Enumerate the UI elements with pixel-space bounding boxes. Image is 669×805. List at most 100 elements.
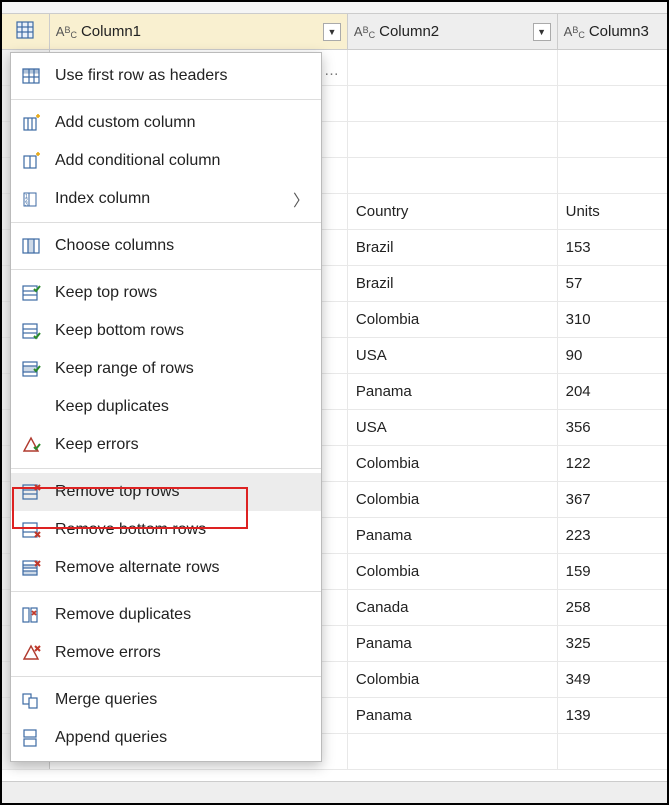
cell-col3[interactable]: Units [558,194,667,229]
menu-remove-alternate-rows[interactable]: Remove alternate rows [11,549,321,587]
menu-remove-top-rows[interactable]: Remove top rows [11,473,321,511]
menu-label: Merge queries [55,691,157,709]
menu-append-queries[interactable]: Append queries [11,719,321,757]
column-header-3[interactable]: ABC Column3 [558,14,667,49]
column-header-label: Column2 [379,23,439,40]
index-column-icon: 123 [19,187,43,211]
remove-bottom-rows-icon [19,518,43,542]
cell-col3[interactable]: 223 [558,518,667,553]
table-icon [16,21,34,43]
menu-label: Keep top rows [55,284,157,302]
cell-col2[interactable]: Colombia [348,662,558,697]
cell-col3[interactable]: 204 [558,374,667,409]
cell-col2[interactable] [348,734,558,769]
cell-col3[interactable]: 90 [558,338,667,373]
app-frame: ABC Column1 ▼ ABC Column2 ▼ ABC Column3 … [0,0,669,805]
cell-col3[interactable]: 258 [558,590,667,625]
cell-col2[interactable]: USA [348,338,558,373]
remove-duplicates-icon [19,603,43,627]
cell-col3[interactable] [558,50,667,85]
cell-col2[interactable]: Panama [348,626,558,661]
cell-col2[interactable]: Colombia [348,302,558,337]
menu-choose-columns[interactable]: Choose columns [11,227,321,265]
cell-col2[interactable]: Panama [348,518,558,553]
remove-top-rows-icon [19,480,43,504]
cell-col3[interactable]: 159 [558,554,667,589]
menu-label: Remove alternate rows [55,559,220,577]
cell-col2[interactable] [348,158,558,193]
cell-col2[interactable]: Country [348,194,558,229]
menu-remove-duplicates[interactable]: Remove duplicates [11,596,321,634]
cell-col2[interactable]: Panama [348,698,558,733]
menu-index-column[interactable]: 123 Index column 〉 [11,180,321,218]
menu-label: Append queries [55,729,167,747]
menu-merge-queries[interactable]: Merge queries [11,681,321,719]
cell-col3[interactable]: 122 [558,446,667,481]
append-queries-icon [19,726,43,750]
text-type-icon: ABC [56,24,77,39]
menu-keep-bottom-rows[interactable]: Keep bottom rows [11,312,321,350]
toolbar-stub [2,2,667,14]
cell-col3[interactable] [558,158,667,193]
menu-label: Remove errors [55,644,161,662]
menu-add-custom-column[interactable]: Add custom column [11,104,321,142]
table-context-menu: Use first row as headers Add custom colu… [10,52,322,762]
table-corner-button[interactable] [2,14,50,49]
menu-label: Remove top rows [55,483,180,501]
menu-add-conditional-column[interactable]: Add conditional column [11,142,321,180]
remove-alternate-rows-icon [19,556,43,580]
conditional-column-icon [19,149,43,173]
menu-label: Remove bottom rows [55,521,206,539]
cell-col2[interactable] [348,122,558,157]
column-header-2[interactable]: ABC Column2 ▼ [348,14,558,49]
cell-col3[interactable]: 57 [558,266,667,301]
cell-col3[interactable]: 367 [558,482,667,517]
menu-use-first-row-as-headers[interactable]: Use first row as headers [11,57,321,95]
column-header-label: Column1 [81,23,141,40]
cell-col3[interactable]: 153 [558,230,667,265]
cell-col2[interactable] [348,50,558,85]
column-header-1[interactable]: ABC Column1 ▼ [50,14,348,49]
menu-remove-bottom-rows[interactable]: Remove bottom rows [11,511,321,549]
menu-label: Keep range of rows [55,360,194,378]
cell-col2[interactable]: Colombia [348,554,558,589]
menu-separator [11,269,321,270]
cell-col2[interactable]: Brazil [348,230,558,265]
cell-col2[interactable]: USA [348,410,558,445]
menu-keep-top-rows[interactable]: Keep top rows [11,274,321,312]
cell-col2[interactable] [348,86,558,121]
menu-remove-errors[interactable]: Remove errors [11,634,321,672]
cell-col3[interactable]: 356 [558,410,667,445]
cell-col2[interactable]: Colombia [348,446,558,481]
column-header-label: Column3 [589,23,649,40]
menu-separator [11,99,321,100]
cell-col3[interactable] [558,86,667,121]
menu-separator [11,676,321,677]
cell-col2[interactable]: Panama [348,374,558,409]
merge-queries-icon [19,688,43,712]
menu-label: Keep bottom rows [55,322,184,340]
cell-col3[interactable]: 139 [558,698,667,733]
cell-col3[interactable] [558,122,667,157]
column-filter-button[interactable]: ▼ [533,23,551,41]
cell-col3[interactable] [558,734,667,769]
menu-label: Index column [55,190,150,208]
text-type-icon: ABC [354,24,375,39]
keep-errors-icon [19,433,43,457]
keep-bottom-rows-icon [19,319,43,343]
menu-keep-range-of-rows[interactable]: Keep range of rows [11,350,321,388]
cell-col2[interactable]: Canada [348,590,558,625]
choose-columns-icon [19,234,43,258]
column-filter-button[interactable]: ▼ [323,23,341,41]
menu-separator [11,468,321,469]
cell-col3[interactable]: 349 [558,662,667,697]
cell-col2[interactable]: Colombia [348,482,558,517]
menu-label: Choose columns [55,237,174,255]
cell-col2[interactable]: Brazil [348,266,558,301]
menu-separator [11,222,321,223]
menu-keep-errors[interactable]: Keep errors [11,426,321,464]
cell-col3[interactable]: 325 [558,626,667,661]
menu-keep-duplicates[interactable]: Keep duplicates [11,388,321,426]
cell-col3[interactable]: 310 [558,302,667,337]
keep-top-rows-icon [19,281,43,305]
